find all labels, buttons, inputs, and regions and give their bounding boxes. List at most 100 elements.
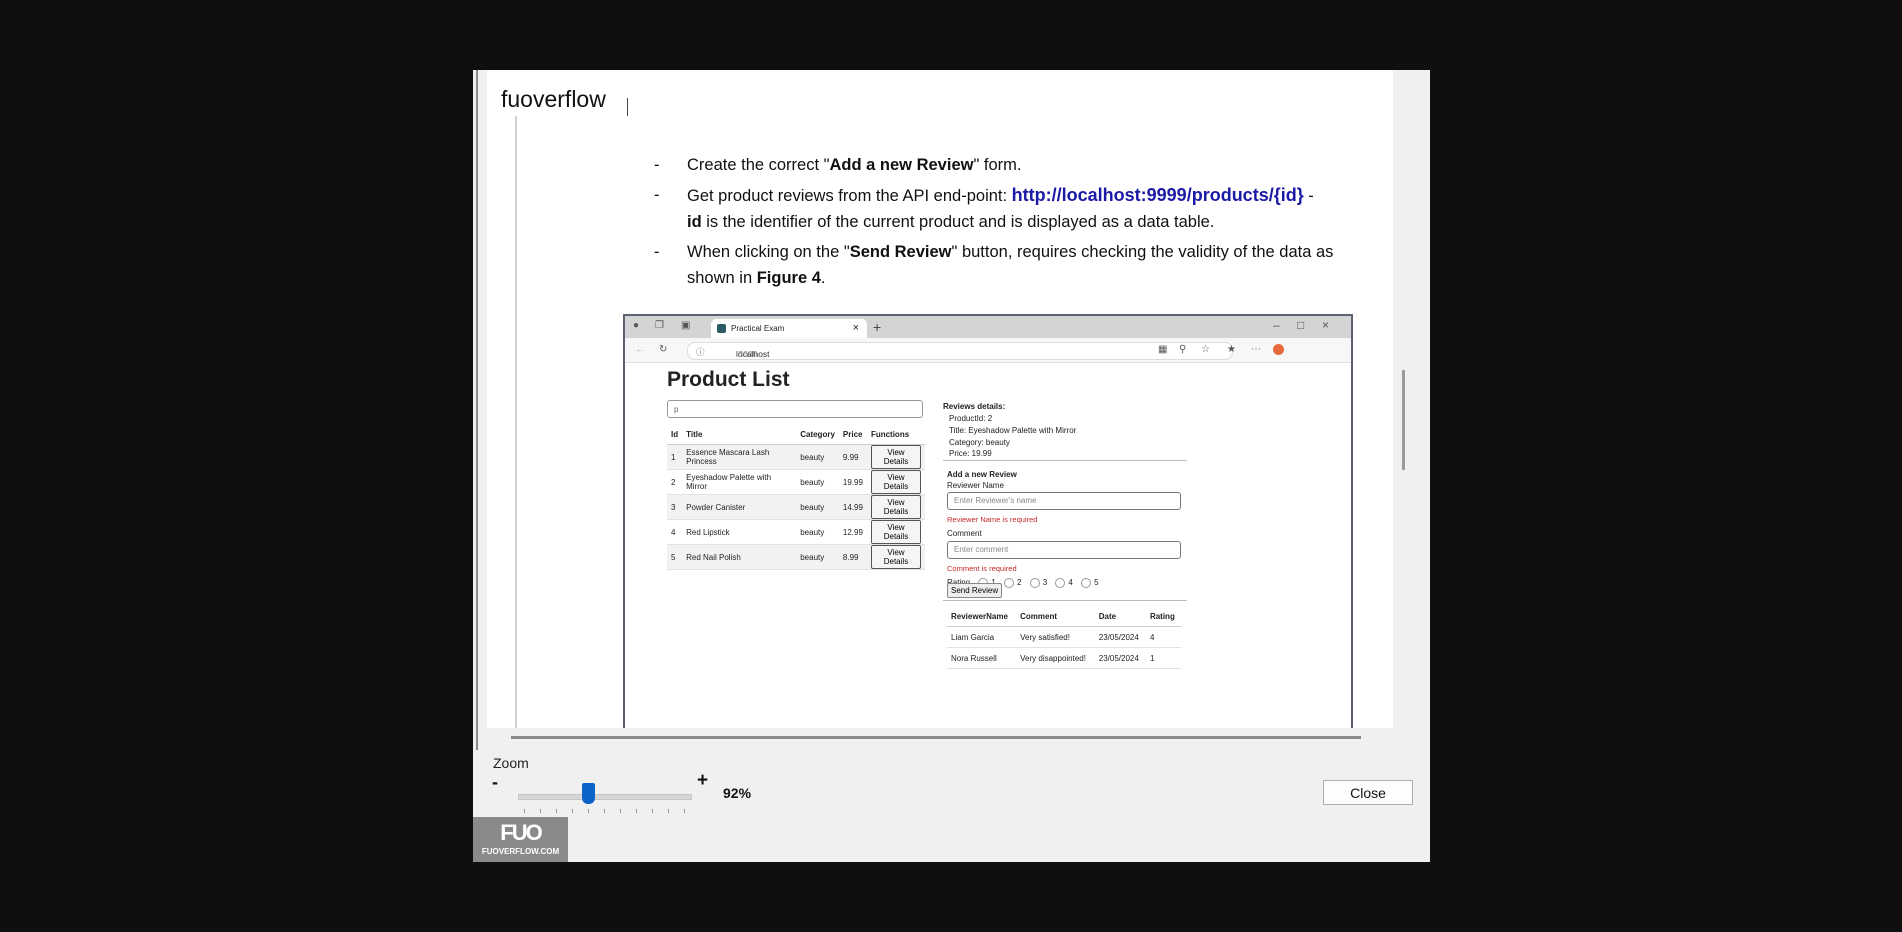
cell-title: Powder Canister <box>682 494 797 520</box>
view-details-button[interactable]: View Details <box>870 520 921 544</box>
zoom-tick <box>636 809 637 813</box>
api-endpoint-link[interactable]: http://localhost:9999/products/{id} <box>1012 185 1304 205</box>
browser-tabbar: ● ❐ ▣ Practical Exam × + – □ × <box>625 316 1351 338</box>
new-tab-icon[interactable]: + <box>873 319 881 335</box>
vertical-scroll-thumb[interactable] <box>1402 370 1405 470</box>
cell-id: 1 <box>667 444 683 470</box>
column-header: Id <box>667 424 683 445</box>
reader-icon[interactable]: ▦ <box>1158 345 1168 355</box>
column-header: Comment <box>1016 606 1095 627</box>
zoom-tick <box>556 809 557 813</box>
cell-functions: View Details <box>866 494 925 520</box>
logo-mark: FUO <box>500 820 542 845</box>
cell-functions: View Details <box>866 544 925 570</box>
instruction-item: - Get product reviews from the API end-p… <box>654 182 1374 235</box>
document-viewport[interactable]: fuoverflow - Create the correct "Add a n… <box>487 70 1393 728</box>
bullet-text: " form. <box>973 156 1022 174</box>
left-border-line <box>476 70 478 750</box>
view-details-button[interactable]: View Details <box>870 445 921 469</box>
cell-rating: 4 <box>1145 626 1181 648</box>
profile-icon: ● <box>633 320 640 331</box>
column-header: Price <box>838 424 867 445</box>
table-row: 3 Powder Canister beauty 14.99 View Deta… <box>667 494 925 520</box>
zoom-icon[interactable]: ⚲ <box>1179 345 1189 355</box>
copilot-icon[interactable] <box>1273 344 1284 355</box>
cell-category: beauty <box>796 444 839 470</box>
favorite-icon[interactable]: ☆ <box>1201 345 1211 355</box>
refresh-icon[interactable]: ↻ <box>659 345 669 355</box>
back-icon[interactable]: ← <box>635 345 645 355</box>
comment-input[interactable]: Enter comment <box>947 541 1181 559</box>
browser-addressbar: ← ↻ ⓘ localhost:3000 ▦ ⚲ ☆ ★ ⋯ <box>625 338 1351 363</box>
cell-id: 3 <box>667 494 683 520</box>
maximize-icon[interactable]: □ <box>1297 318 1304 332</box>
cell-price: 19.99 <box>838 469 867 495</box>
rating-option-label: 5 <box>1094 578 1099 588</box>
cell-category: beauty <box>796 519 839 545</box>
zoom-slider[interactable] <box>518 794 692 800</box>
zoom-tick <box>572 809 573 813</box>
table-row: 1 Essence Mascara Lash Princess beauty 9… <box>667 444 925 470</box>
column-header: ReviewerName <box>947 606 1017 627</box>
zoom-in-button[interactable]: + <box>697 770 708 792</box>
comment-label: Comment <box>947 529 982 538</box>
column-header: Title <box>682 424 797 445</box>
close-icon[interactable]: × <box>853 322 859 334</box>
collections-icon: ❐ <box>655 320 664 331</box>
fuoverflow-logo: FUO FUOVERFLOW.COM <box>473 817 568 862</box>
zoom-label: Zoom <box>493 755 529 771</box>
view-details-button[interactable]: View Details <box>870 545 921 569</box>
bullet-dash: - <box>654 186 660 204</box>
view-details-button[interactable]: View Details <box>870 470 921 494</box>
view-details-button[interactable]: View Details <box>870 495 921 519</box>
cell-date: 23/05/2024 <box>1094 626 1146 648</box>
horizontal-scroll-thumb[interactable] <box>511 736 1361 739</box>
form-heading: Add a new Review <box>947 470 1017 479</box>
cell-category: beauty <box>796 494 839 520</box>
instruction-item: - When clicking on the "Send Review" but… <box>654 239 1374 291</box>
logo-site: FUOVERFLOW.COM <box>481 847 560 856</box>
close-button[interactable]: Close <box>1323 780 1413 805</box>
instruction-item: - Create the correct "Add a new Review" … <box>654 152 1374 178</box>
reviewer-name-input[interactable]: Enter Reviewer's name <box>947 492 1181 510</box>
rating-radio-3[interactable] <box>1029 578 1040 588</box>
column-header: Functions <box>866 424 925 445</box>
reviews-table: ReviewerName Comment Date Rating Liam Ga… <box>947 606 1181 669</box>
rating-radio-5[interactable] <box>1081 578 1092 588</box>
bullet-dash: - <box>654 243 660 261</box>
zoom-tick <box>684 809 685 813</box>
rating-radio-4[interactable] <box>1055 578 1066 588</box>
cell-id: 4 <box>667 519 683 545</box>
cell-title: Essence Mascara Lash Princess <box>682 444 797 470</box>
zoom-slider-thumb[interactable] <box>582 783 595 804</box>
rating-radio-2[interactable] <box>1004 578 1015 588</box>
url-field[interactable]: ⓘ localhost:3000 <box>687 342 1233 360</box>
text-caret <box>627 98 628 116</box>
window-close-icon[interactable]: × <box>1322 318 1329 332</box>
margin-rule <box>515 116 517 728</box>
minimize-icon[interactable]: – <box>1273 318 1280 332</box>
vertical-scrollbar[interactable] <box>1393 70 1430 728</box>
cell-functions: View Details <box>866 519 925 545</box>
column-header: Rating <box>1145 606 1181 627</box>
zoom-out-button[interactable]: - <box>492 772 498 793</box>
search-input[interactable]: p <box>667 400 923 418</box>
cell-reviewer: Nora Russell <box>947 647 1017 669</box>
more-icon[interactable]: ⋯ <box>1251 345 1261 355</box>
send-review-button[interactable]: Send Review <box>947 583 1003 598</box>
bullet-text: Get product reviews from the API end-poi… <box>687 187 1012 205</box>
favorites-bar-icon[interactable]: ★ <box>1227 345 1237 355</box>
table-row: 5 Red Nail Polish beauty 8.99 View Detai… <box>667 544 925 570</box>
cell-category: beauty <box>796 544 839 570</box>
details-heading: Reviews details: <box>943 402 1006 411</box>
instruction-list: - Create the correct "Add a new Review" … <box>654 152 1374 295</box>
viewer-title: fuoverflow <box>497 86 610 113</box>
cell-price: 9.99 <box>838 444 867 470</box>
table-header-row: Id Title Category Price Functions <box>667 424 925 445</box>
browser-tab[interactable]: Practical Exam × <box>711 319 867 338</box>
bullet-bold: id <box>687 213 702 231</box>
reviewer-name-label: Reviewer Name <box>947 481 1004 490</box>
bullet-text: Create the correct " <box>687 156 830 174</box>
comment-error: Comment is required <box>947 564 1017 573</box>
cell-reviewer: Liam Garcia <box>947 626 1017 648</box>
